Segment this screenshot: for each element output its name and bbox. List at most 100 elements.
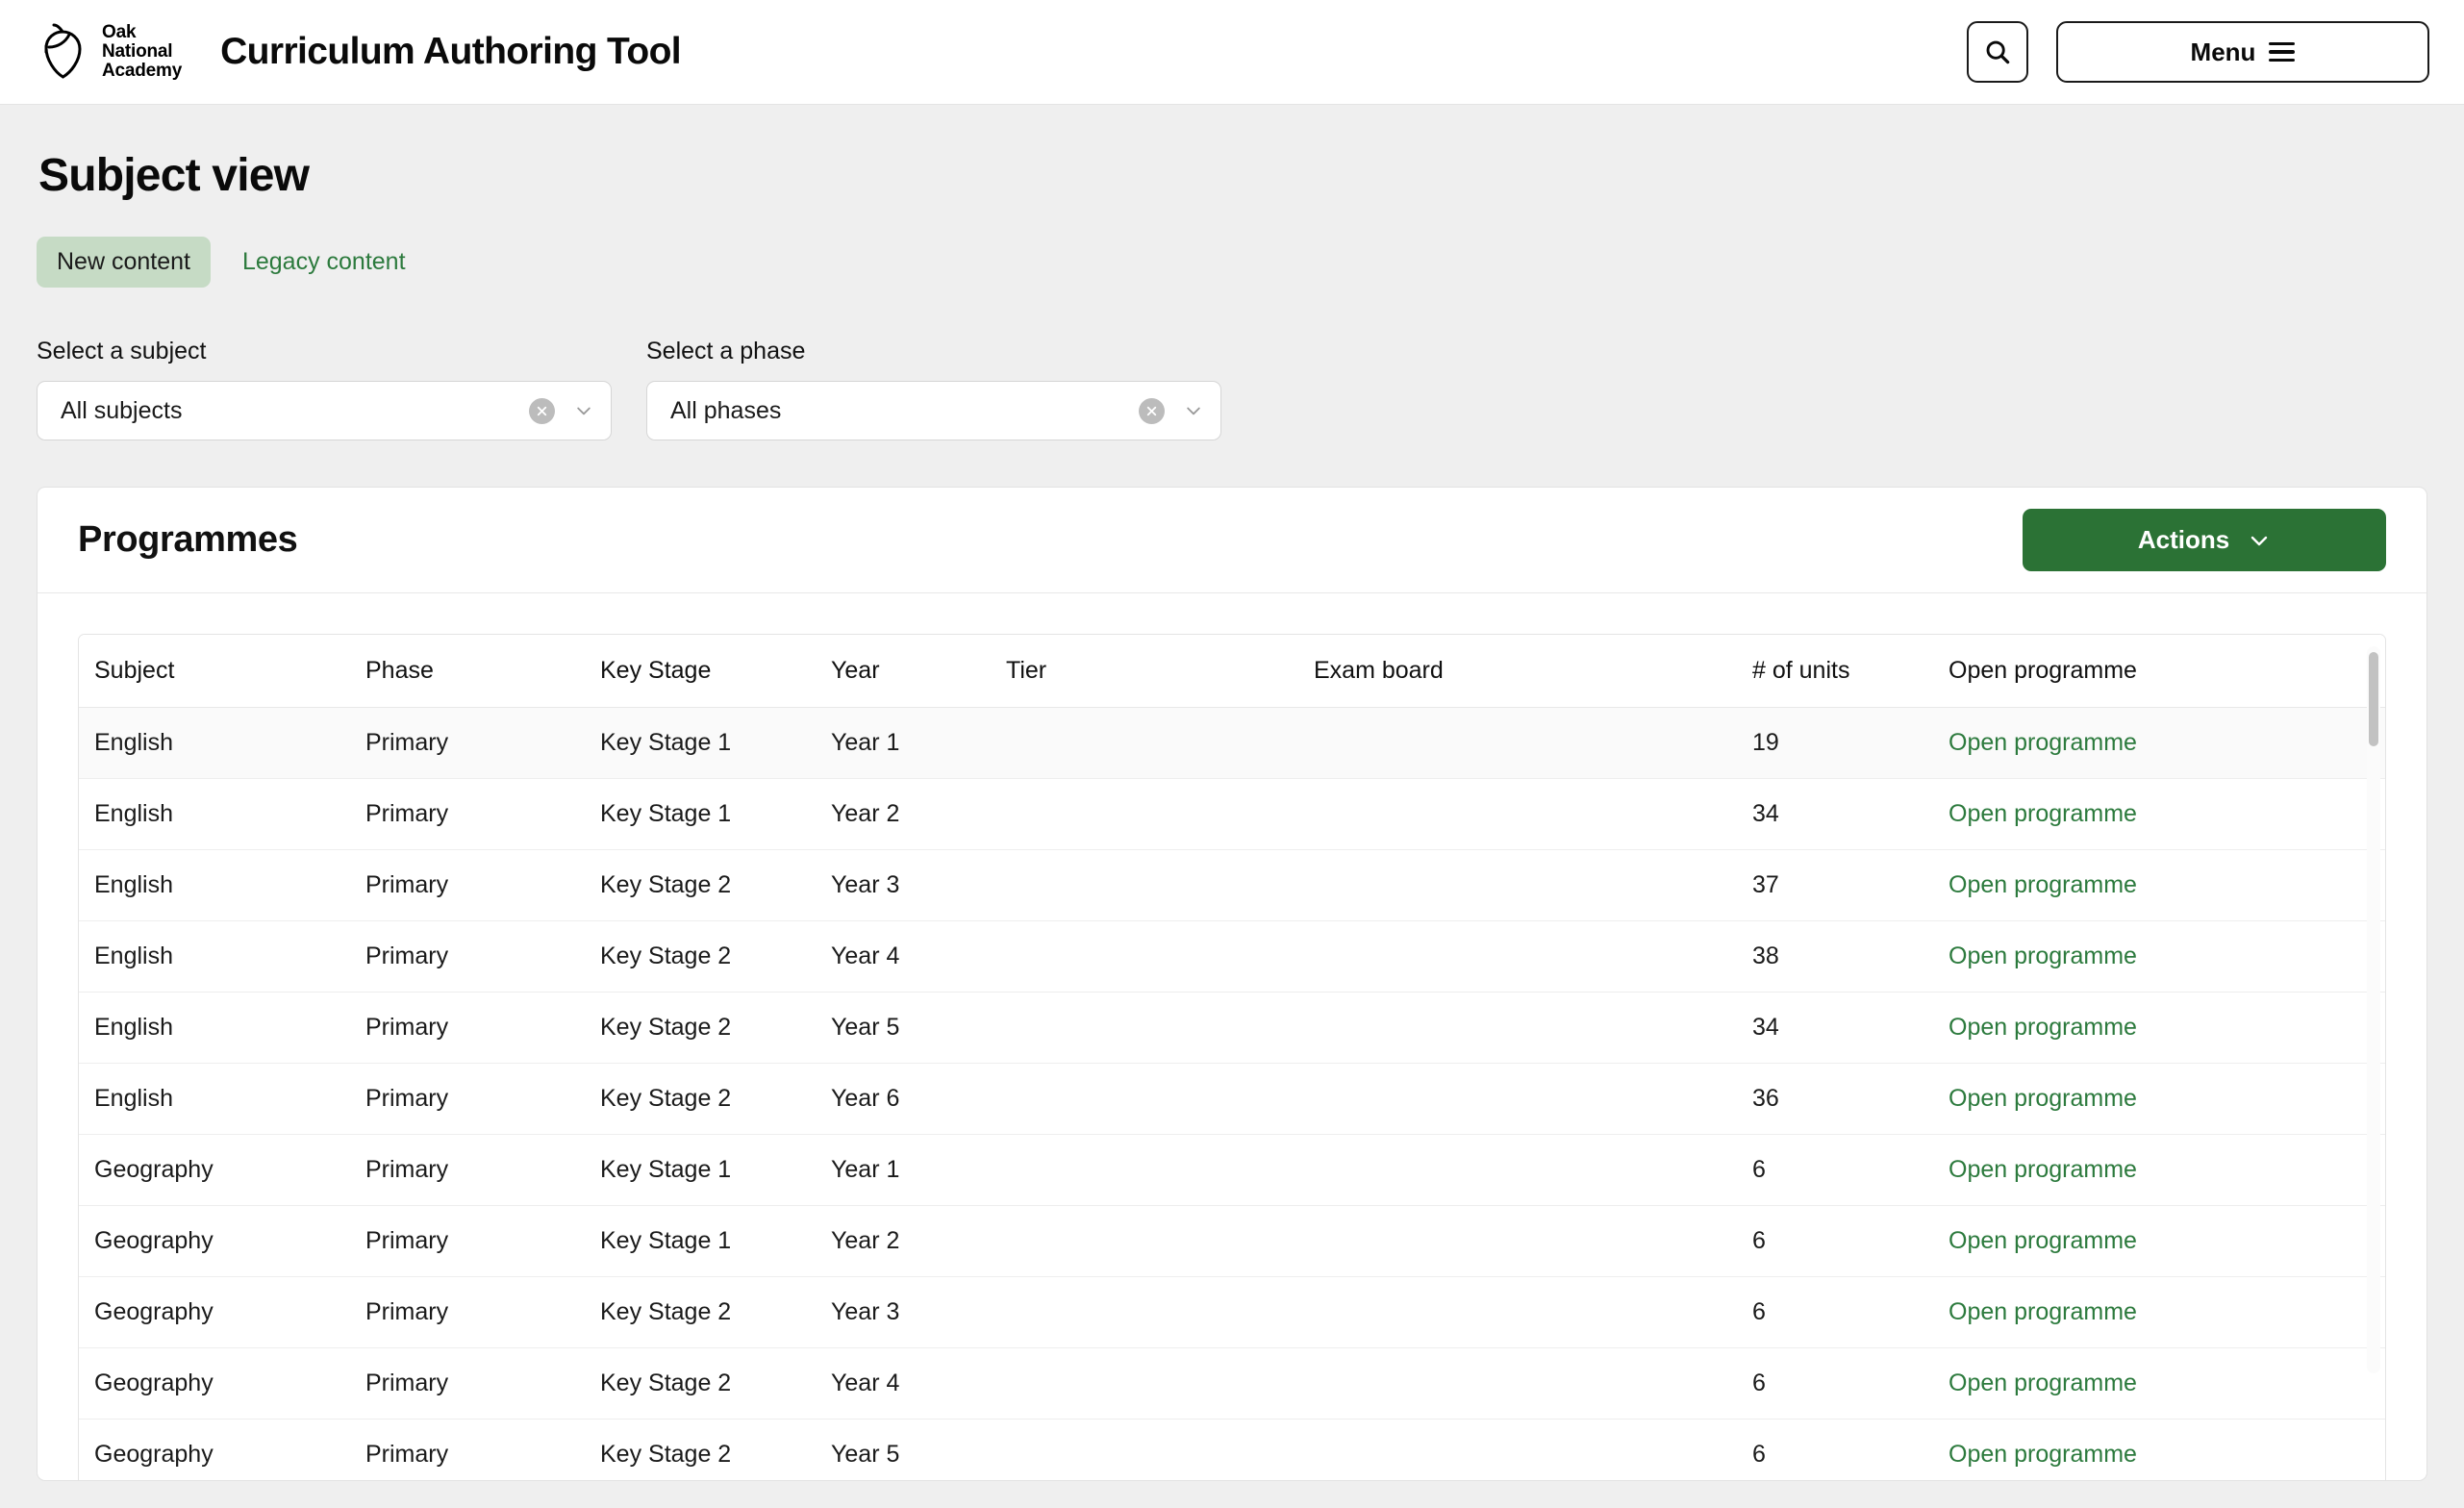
- cell-open-programme[interactable]: Open programme: [1949, 1134, 2385, 1206]
- cell-units: 6: [1752, 1205, 1949, 1277]
- cell-open-programme[interactable]: Open programme: [1949, 707, 2385, 779]
- cell-subject: Geography: [79, 1347, 365, 1420]
- header-actions: Menu: [1967, 21, 2429, 83]
- table-row[interactable]: English Primary Key Stage 2 Year 3 37 Open pr…: [79, 849, 2385, 921]
- cell-year: Year 2: [831, 1205, 1006, 1277]
- cell-key-stage: Key Stage 2: [600, 1276, 831, 1348]
- logo[interactable]: Oak National Academy: [37, 23, 182, 81]
- table-row[interactable]: English Primary Key Stage 1 Year 1 19 Open pr…: [79, 707, 2385, 779]
- search-button[interactable]: [1967, 21, 2028, 83]
- open-programme-link[interactable]: Open programme: [1949, 1370, 2137, 1396]
- open-programme-link[interactable]: Open programme: [1949, 1227, 2137, 1254]
- subject-select[interactable]: All subjects: [37, 381, 612, 440]
- content-tabs: New content Legacy content: [37, 237, 2427, 288]
- cell-tier: [1006, 1347, 1314, 1420]
- open-programme-link[interactable]: Open programme: [1949, 1441, 2137, 1468]
- clear-circle-icon[interactable]: [529, 397, 555, 424]
- cell-phase: Primary: [365, 1063, 600, 1135]
- chevron-down-icon: [2250, 536, 2268, 545]
- open-programme-link[interactable]: Open programme: [1949, 1298, 2137, 1325]
- cell-open-programme[interactable]: Open programme: [1949, 1419, 2385, 1480]
- table-row[interactable]: English Primary Key Stage 2 Year 4 38 Open pr…: [79, 920, 2385, 993]
- open-programme-link[interactable]: Open programme: [1949, 1085, 2137, 1112]
- phase-select-icons: [1139, 397, 1203, 424]
- column-header-units[interactable]: # of units: [1752, 635, 1949, 708]
- cell-open-programme[interactable]: Open programme: [1949, 1205, 2385, 1277]
- table-scrollbar[interactable]: [2367, 646, 2380, 1373]
- cell-subject: Geography: [79, 1419, 365, 1480]
- search-icon: [1986, 40, 2010, 64]
- subject-filter-label: Select a subject: [37, 338, 207, 364]
- cell-units: 34: [1752, 992, 1949, 1064]
- phase-select[interactable]: All phases: [646, 381, 1221, 440]
- column-header-phase[interactable]: Phase: [365, 635, 600, 708]
- cell-open-programme[interactable]: Open programme: [1949, 778, 2385, 850]
- cell-subject: English: [79, 992, 365, 1064]
- open-programme-link[interactable]: Open programme: [1949, 942, 2137, 969]
- cell-subject: Geography: [79, 1134, 365, 1206]
- table-row[interactable]: Geography Primary Key Stage 1 Year 2 6 Open p…: [79, 1205, 2385, 1277]
- hamburger-icon: [2269, 41, 2296, 63]
- table-row[interactable]: Geography Primary Key Stage 2 Year 4 6 Open p…: [79, 1347, 2385, 1420]
- column-header-key-stage[interactable]: Key Stage: [600, 635, 831, 708]
- cell-tier: [1006, 778, 1314, 850]
- table-scrollbar-thumb[interactable]: [2369, 652, 2378, 746]
- cell-year: Year 4: [831, 1347, 1006, 1420]
- cell-subject: English: [79, 920, 365, 993]
- cell-open-programme[interactable]: Open programme: [1949, 1347, 2385, 1420]
- cell-tier: [1006, 1276, 1314, 1348]
- cell-exam-board: [1314, 1205, 1752, 1277]
- clear-circle-icon[interactable]: [1139, 397, 1165, 424]
- table-row[interactable]: Geography Primary Key Stage 1 Year 1 6 Open p…: [79, 1134, 2385, 1206]
- cell-units: 6: [1752, 1419, 1949, 1480]
- cell-phase: Primary: [365, 920, 600, 993]
- cell-exam-board: [1314, 1347, 1752, 1420]
- cell-phase: Primary: [365, 707, 600, 779]
- chevron-down-icon[interactable]: [574, 401, 593, 420]
- cell-tier: [1006, 1419, 1314, 1480]
- column-header-open-programme[interactable]: Open programme: [1949, 635, 2385, 708]
- logo-line-1: Oak: [102, 22, 137, 42]
- cell-open-programme[interactable]: Open programme: [1949, 920, 2385, 993]
- cell-open-programme[interactable]: Open programme: [1949, 992, 2385, 1064]
- table-row[interactable]: Geography Primary Key Stage 2 Year 5 6 Open p…: [79, 1419, 2385, 1480]
- open-programme-link[interactable]: Open programme: [1949, 1156, 2137, 1183]
- cell-open-programme[interactable]: Open programme: [1949, 1276, 2385, 1348]
- column-header-tier[interactable]: Tier: [1006, 635, 1314, 708]
- cell-phase: Primary: [365, 778, 600, 850]
- programmes-table: Subject Phase Key Stage Year Tier Exam b…: [79, 635, 2385, 1480]
- column-header-subject[interactable]: Subject: [79, 635, 365, 708]
- subject-filter-group: Select a subject All subjects: [37, 338, 612, 440]
- cell-exam-board: [1314, 707, 1752, 779]
- cell-key-stage: Key Stage 2: [600, 1419, 831, 1480]
- programmes-table-wrap: Subject Phase Key Stage Year Tier Exam b…: [38, 593, 2426, 1480]
- logo-line-2: National: [102, 41, 173, 62]
- actions-button-label: Actions: [2137, 525, 2230, 554]
- column-header-year[interactable]: Year: [831, 635, 1006, 708]
- tab-legacy-content[interactable]: Legacy content: [222, 237, 426, 288]
- phase-filter-group: Select a phase All phases: [646, 338, 1221, 440]
- cell-subject: English: [79, 1063, 365, 1135]
- menu-button[interactable]: Menu: [2056, 21, 2429, 83]
- open-programme-link[interactable]: Open programme: [1949, 800, 2137, 827]
- table-row[interactable]: English Primary Key Stage 2 Year 5 34 Open pr…: [79, 992, 2385, 1064]
- cell-year: Year 5: [831, 1419, 1006, 1480]
- cell-exam-board: [1314, 1276, 1752, 1348]
- programmes-card-header: Programmes Actions: [38, 488, 2426, 593]
- cell-open-programme[interactable]: Open programme: [1949, 1063, 2385, 1135]
- table-row[interactable]: Geography Primary Key Stage 2 Year 3 6 Open p…: [79, 1276, 2385, 1348]
- cell-subject: English: [79, 707, 365, 779]
- actions-button[interactable]: Actions: [2023, 509, 2386, 571]
- column-header-exam-board[interactable]: Exam board: [1314, 635, 1752, 708]
- cell-exam-board: [1314, 1063, 1752, 1135]
- cell-open-programme[interactable]: Open programme: [1949, 849, 2385, 921]
- logo-line-3: Academy: [102, 61, 183, 81]
- open-programme-link[interactable]: Open programme: [1949, 871, 2137, 898]
- table-row[interactable]: English Primary Key Stage 2 Year 6 36 Open pr…: [79, 1063, 2385, 1135]
- cell-exam-board: [1314, 1419, 1752, 1480]
- open-programme-link[interactable]: Open programme: [1949, 729, 2137, 756]
- open-programme-link[interactable]: Open programme: [1949, 1014, 2137, 1041]
- table-row[interactable]: English Primary Key Stage 1 Year 2 34 Open pr…: [79, 778, 2385, 850]
- tab-new-content[interactable]: New content: [37, 237, 211, 288]
- chevron-down-icon[interactable]: [1184, 401, 1203, 420]
